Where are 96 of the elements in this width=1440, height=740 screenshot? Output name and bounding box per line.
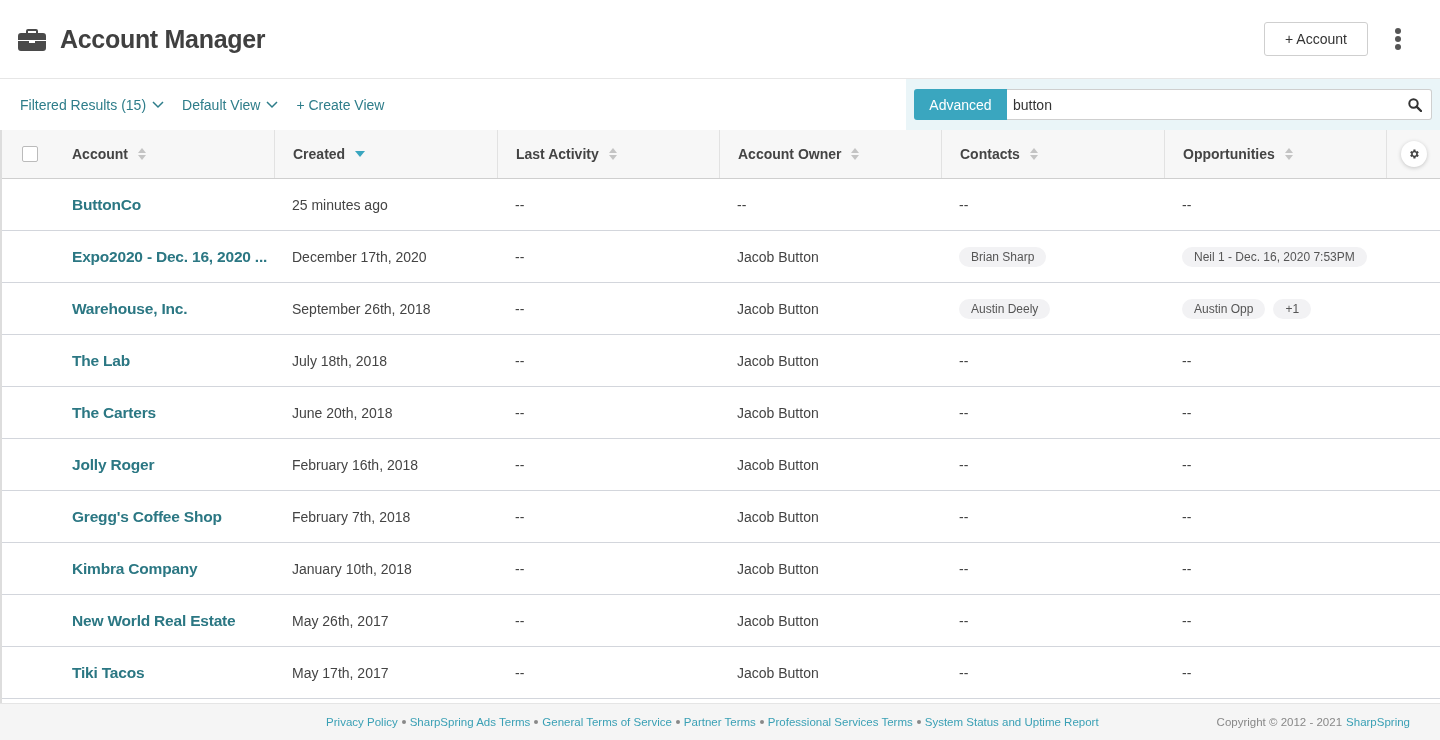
opportunity-tag[interactable]: +1 (1273, 298, 1312, 319)
account-name-link[interactable]: Tiki Tacos (72, 663, 145, 682)
advanced-search-button[interactable]: Advanced (914, 89, 1007, 120)
table-cell: May 17th, 2017 (292, 664, 389, 681)
add-account-button[interactable]: + Account (1264, 22, 1368, 56)
table-cell: -- (515, 560, 525, 577)
chevron-down-icon[interactable] (152, 100, 165, 109)
gear-icon[interactable] (1407, 148, 1420, 160)
account-name-link[interactable]: Kimbra Company (72, 559, 198, 578)
company-link[interactable]: SharpSpring (1346, 716, 1410, 728)
briefcase-icon (18, 27, 46, 51)
account-name-link[interactable]: The Carters (72, 403, 156, 422)
search-icon[interactable] (1408, 98, 1422, 112)
table-cell: -- (1182, 196, 1192, 213)
table-cell: -- (959, 352, 969, 369)
table-cell: -- (1182, 456, 1192, 473)
table-cell: Jacob Button (737, 300, 819, 317)
table-cell: -- (515, 456, 525, 473)
table-cell: -- (515, 196, 525, 213)
settings-button[interactable] (1400, 141, 1427, 167)
table-cell: -- (737, 196, 747, 213)
table-cell: July 18th, 2018 (292, 352, 387, 369)
sort-icon[interactable] (1029, 148, 1038, 160)
opportunity-tag[interactable]: Neil 1 - Dec. 16, 2020 7:53PM (1182, 246, 1367, 267)
account-name-link[interactable]: The Lab (72, 351, 131, 370)
column-header[interactable]: Opportunities (1183, 146, 1275, 162)
chevron-down-icon[interactable] (266, 100, 279, 109)
sort-icon[interactable] (608, 148, 617, 160)
table-cell: -- (1182, 352, 1192, 369)
account-name-link[interactable]: Jolly Roger (72, 455, 155, 474)
footer-link[interactable]: SharpSpring Ads Terms (409, 716, 531, 728)
table-cell: Jacob Button (737, 664, 819, 681)
table-cell: Jacob Button (737, 352, 819, 369)
table-cell: -- (515, 508, 525, 525)
filtered-results-dropdown[interactable]: Filtered Results (15) (20, 96, 165, 113)
table-cell: June 20th, 2018 (292, 404, 393, 421)
table-cell: -- (1182, 508, 1192, 525)
table-cell: February 16th, 2018 (292, 456, 419, 473)
table-cell: -- (515, 404, 525, 421)
table-cell: Jacob Button (737, 456, 819, 473)
account-name-link[interactable]: New World Real Estate (72, 611, 236, 630)
table-cell: -- (959, 612, 969, 629)
table-cell: -- (515, 664, 525, 681)
table-cell: Jacob Button (737, 248, 819, 265)
table-cell: -- (1182, 664, 1192, 681)
table-cell: Jacob Button (737, 404, 819, 421)
footer-link[interactable]: System Status and Uptime Report (924, 716, 1099, 728)
contact-tag[interactable]: Austin Deely (959, 298, 1051, 319)
table-cell: September 26th, 2018 (292, 300, 431, 317)
select-all-checkbox[interactable] (22, 146, 38, 162)
table-cell: -- (1182, 612, 1192, 629)
account-name-link[interactable]: Expo2020 - Dec. 16, 2020 ... (72, 247, 268, 266)
table-cell: January 10th, 2018 (292, 560, 412, 577)
table-cell: Jacob Button (737, 508, 819, 525)
column-header[interactable]: Account Owner (738, 146, 842, 162)
table-cell: 25 minutes ago (292, 196, 388, 213)
account-name-link[interactable]: ButtonCo (72, 195, 141, 214)
account-name-link[interactable]: Warehouse, Inc. (72, 299, 188, 318)
table-cell: -- (959, 560, 969, 577)
more-options-icon[interactable] (1394, 27, 1402, 51)
table-cell: Jacob Button (737, 560, 819, 577)
footer-link[interactable]: Partner Terms (683, 716, 756, 728)
footer-link[interactable]: Professional Services Terms (767, 716, 913, 728)
table-cell: -- (1182, 404, 1192, 421)
table-cell: Jacob Button (737, 612, 819, 629)
column-header[interactable]: Account (72, 146, 128, 162)
opportunity-tag[interactable]: Austin Opp (1182, 298, 1266, 319)
table-cell: -- (515, 352, 525, 369)
table-cell: -- (1182, 560, 1192, 577)
copyright-text: Copyright © 2012 - 2021 (1216, 716, 1343, 728)
view-dropdown[interactable]: Default View (182, 96, 279, 113)
page-title: Account Manager (60, 24, 266, 54)
sort-descending-icon[interactable] (355, 151, 366, 157)
table-cell: -- (515, 300, 525, 317)
footer-link[interactable]: General Terms of Service (542, 716, 672, 728)
sort-icon[interactable] (851, 148, 860, 160)
column-header[interactable]: Created (293, 146, 346, 162)
table-cell: -- (959, 196, 969, 213)
sort-icon[interactable] (1284, 148, 1293, 160)
column-header[interactable]: Last Activity (516, 146, 599, 162)
sort-icon[interactable] (138, 148, 146, 160)
table-cell: -- (515, 612, 525, 629)
account-name-link[interactable]: Gregg's Coffee Shop (72, 507, 222, 526)
table-cell: -- (959, 508, 969, 525)
create-view-link[interactable]: + Create View (296, 96, 385, 113)
search-field[interactable]: button (1007, 89, 1432, 120)
table-cell: December 17th, 2020 (292, 248, 427, 265)
table-cell: -- (959, 404, 969, 421)
table-cell: May 26th, 2017 (292, 612, 389, 629)
table-cell: -- (515, 248, 525, 265)
contact-tag[interactable]: Brian Sharp (959, 246, 1047, 267)
table-cell: February 7th, 2018 (292, 508, 411, 525)
footer-link[interactable]: Privacy Policy (326, 716, 398, 728)
table-cell: -- (959, 456, 969, 473)
table-cell: -- (959, 664, 969, 681)
column-header[interactable]: Contacts (960, 146, 1020, 162)
